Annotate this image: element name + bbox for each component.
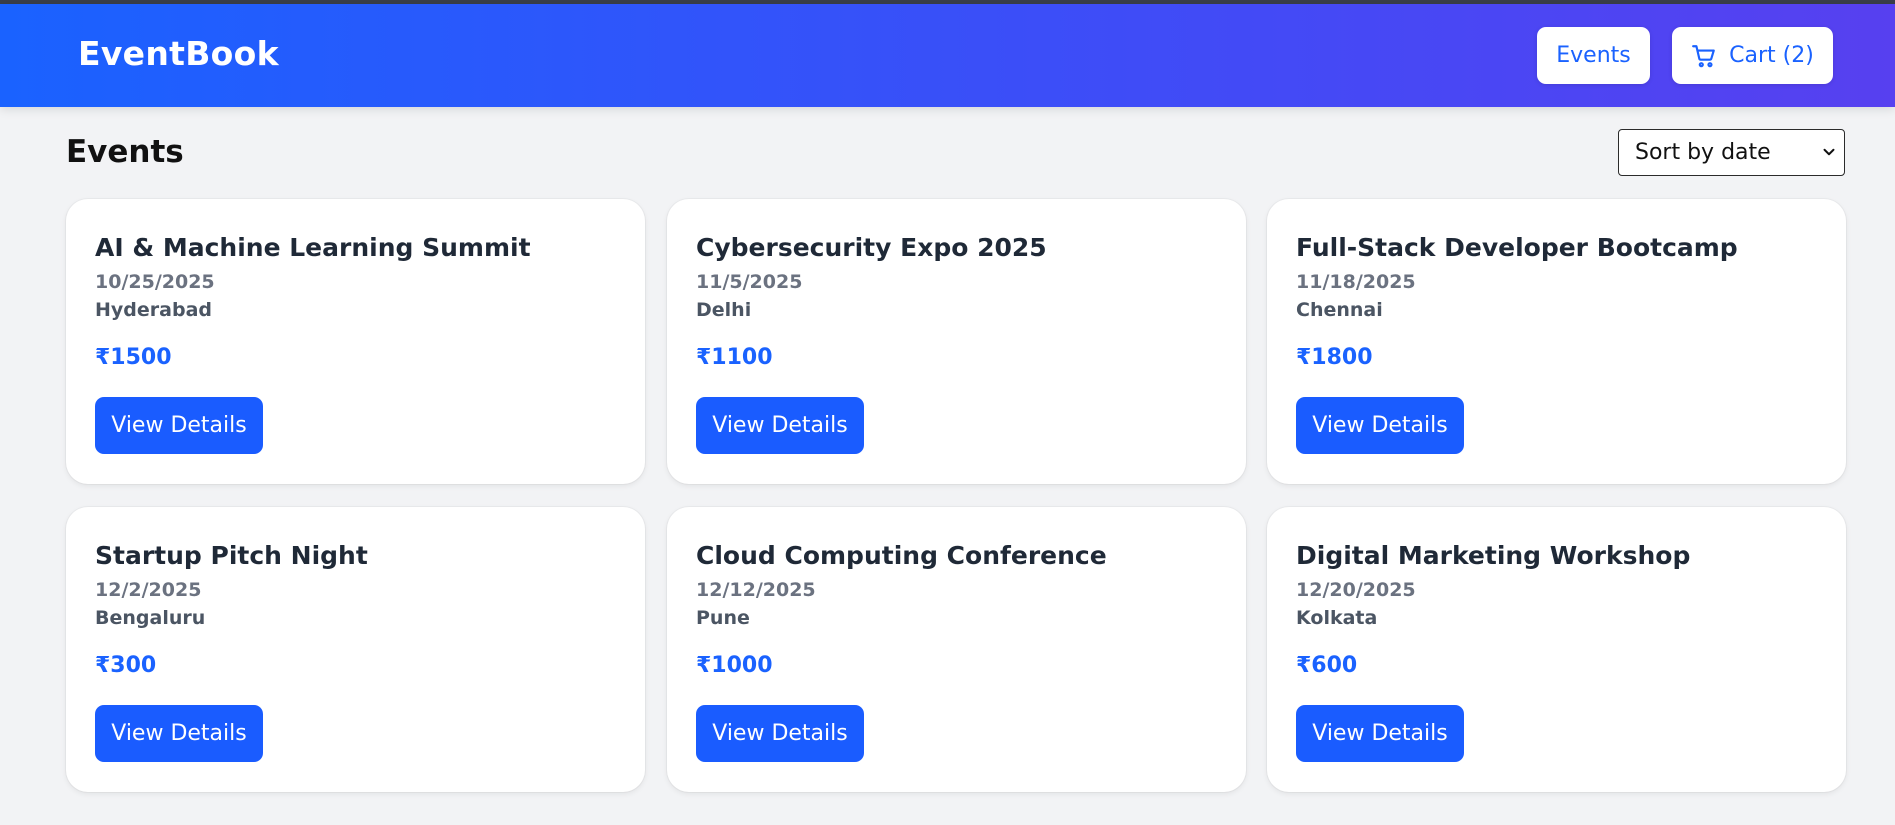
view-details-button[interactable]: View Details <box>696 705 864 762</box>
event-price: ₹300 <box>95 653 157 678</box>
event-title: Startup Pitch Night <box>95 541 368 570</box>
event-date: 11/5/2025 <box>696 271 803 293</box>
event-date: 11/18/2025 <box>1296 271 1416 293</box>
view-details-button[interactable]: View Details <box>1296 705 1464 762</box>
event-card: Cloud Computing Conference 12/12/2025 Pune… <box>667 507 1246 792</box>
page-title: Events <box>66 134 184 170</box>
cart-label: Cart (2) <box>1729 43 1814 68</box>
event-card: AI & Machine Learning Summit 10/25/2025 Hy… <box>66 199 645 484</box>
event-date: 12/2/2025 <box>95 579 202 601</box>
events-nav-button[interactable]: Events <box>1537 27 1650 84</box>
event-city: Chennai <box>1296 299 1383 321</box>
event-price: ₹1000 <box>696 653 773 678</box>
event-date: 12/12/2025 <box>696 579 816 601</box>
sort-select[interactable]: Sort by date <box>1618 129 1845 176</box>
event-date: 10/25/2025 <box>95 271 215 293</box>
event-title: AI & Machine Learning Summit <box>95 233 531 262</box>
event-card: Startup Pitch Night 12/2/2025 Bengaluru ₹30… <box>66 507 645 792</box>
event-city: Kolkata <box>1296 607 1378 629</box>
chevron-down-icon <box>1823 148 1835 156</box>
event-city: Bengaluru <box>95 607 206 629</box>
event-price: ₹600 <box>1296 653 1358 678</box>
view-details-button[interactable]: View Details <box>1296 397 1464 454</box>
event-title: Cybersecurity Expo 2025 <box>696 233 1047 262</box>
event-city: Pune <box>696 607 750 629</box>
cart-button[interactable]: Cart (2) <box>1672 27 1833 84</box>
event-card: Cybersecurity Expo 2025 11/5/2025 Delhi ₹11… <box>667 199 1246 484</box>
shopping-cart-icon <box>1691 43 1717 69</box>
event-title: Cloud Computing Conference <box>696 541 1107 570</box>
event-title: Full-Stack Developer Bootcamp <box>1296 233 1738 262</box>
event-city: Hyderabad <box>95 299 212 321</box>
brand-logo[interactable]: EventBook <box>78 34 279 73</box>
view-details-button[interactable]: View Details <box>95 705 263 762</box>
event-date: 12/20/2025 <box>1296 579 1416 601</box>
event-price: ₹1500 <box>95 345 172 370</box>
event-title: Digital Marketing Workshop <box>1296 541 1691 570</box>
event-price: ₹1100 <box>696 345 773 370</box>
event-card: Digital Marketing Workshop 12/20/2025 Kolk… <box>1267 507 1846 792</box>
view-details-button[interactable]: View Details <box>696 397 864 454</box>
app-header: EventBook Events Cart (2) <box>0 4 1895 107</box>
event-city: Delhi <box>696 299 752 321</box>
event-price: ₹1800 <box>1296 345 1373 370</box>
sort-selected-value: Sort by date <box>1635 140 1771 165</box>
events-nav-label: Events <box>1556 43 1631 68</box>
event-card: Full-Stack Developer Bootcamp 11/18/2025 C… <box>1267 199 1846 484</box>
view-details-button[interactable]: View Details <box>95 397 263 454</box>
